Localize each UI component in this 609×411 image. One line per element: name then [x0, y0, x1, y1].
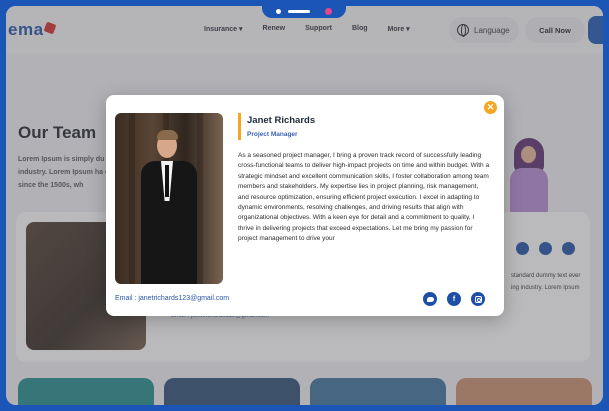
name-accent-bar [238, 113, 241, 140]
indicator-dot [325, 8, 332, 15]
profile-photo [115, 113, 223, 284]
social-links: f [423, 292, 485, 306]
instagram-icon[interactable] [471, 292, 485, 306]
facebook-icon[interactable]: f [447, 292, 461, 306]
member-name: Janet Richards [247, 115, 316, 126]
speaker-pill [288, 10, 310, 13]
member-role: Project Manager [247, 131, 298, 138]
close-button[interactable]: ✕ [484, 101, 497, 114]
device-notch [262, 5, 346, 18]
screen: ema Insurance ▾ Renew Support Blog More … [6, 6, 603, 405]
member-bio: As a seasoned project manager, I bring a… [238, 152, 490, 243]
camera-dot [276, 9, 281, 14]
member-email[interactable]: Email : janetrichards123@gmail.com [115, 295, 229, 302]
team-member-modal: ✕ Janet Richards Project Manager As a se… [106, 95, 504, 316]
close-icon: ✕ [486, 102, 495, 112]
twitter-icon[interactable] [423, 292, 437, 306]
